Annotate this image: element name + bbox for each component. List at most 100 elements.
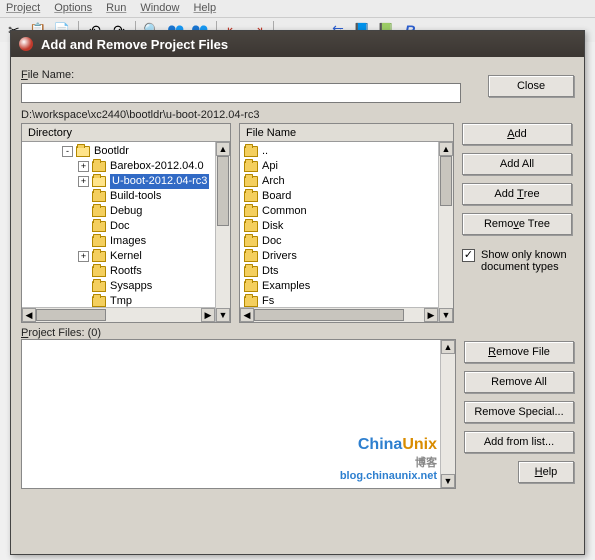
tree-item[interactable]: + U-boot-2012.04-rc3 [62,174,228,189]
folder-icon [244,176,258,187]
list-item[interactable]: Api [244,159,451,174]
scrollbar[interactable]: ▲ ▼ [438,142,453,322]
menu-help[interactable]: Help [193,2,216,15]
expand-icon[interactable]: - [62,146,73,157]
scroll-down-icon[interactable]: ▼ [439,308,453,322]
folder-icon [92,206,106,217]
tree-item-label: Barebox-2012.04.0 [110,159,204,174]
list-item[interactable]: Dts [244,264,451,279]
menu-options[interactable]: Options [54,2,92,15]
expand-icon[interactable]: + [78,161,89,172]
list-item[interactable]: Drivers [244,249,451,264]
tree-item[interactable]: Debug [62,204,228,219]
list-item-label: Disk [262,219,283,234]
folder-icon [92,281,106,292]
tree-item[interactable]: +Kernel [62,249,228,264]
list-item[interactable]: Board [244,189,451,204]
add-tree-button[interactable]: Add Tree [462,183,572,205]
spacer [78,191,89,202]
tree-item-label: Build-tools [110,189,161,204]
remove-special-button[interactable]: Remove Special... [464,401,574,423]
tree-item[interactable]: -Bootldr [62,144,228,159]
folder-icon [76,146,90,157]
directory-header[interactable]: Directory [22,124,230,142]
tree-item[interactable]: Images [62,234,228,249]
folder-icon [92,161,106,172]
tree-item[interactable]: Rootfs [62,264,228,279]
tree-item[interactable]: Doc [62,219,228,234]
list-item[interactable]: Doc [244,234,451,249]
tree-item-label: Images [110,234,146,249]
scroll-left-icon[interactable]: ◀ [240,308,254,322]
scroll-thumb[interactable] [36,309,106,321]
list-item[interactable]: Arch [244,174,451,189]
file-name-label: File Name: [21,69,461,81]
show-only-known-checkbox[interactable]: ✓ [462,249,475,262]
folder-icon [92,236,106,247]
list-item-label: Drivers [262,249,297,264]
list-item-label: Doc [262,234,282,249]
folder-icon [92,296,106,307]
menu-window[interactable]: Window [140,2,179,15]
scroll-down-icon[interactable]: ▼ [216,308,230,322]
tree-item[interactable]: Build-tools [62,189,228,204]
tree-item-label: U-boot-2012.04-rc3 [110,174,209,189]
menu-project[interactable]: Project [6,2,40,15]
close-button[interactable]: Close [488,75,574,97]
spacer [78,236,89,247]
tree-item-label: Doc [110,219,130,234]
scroll-thumb[interactable] [217,156,229,226]
scrollbar[interactable]: ◀ ▶ [22,307,215,322]
scrollbar[interactable]: ▲ ▼ [440,340,455,488]
help-button[interactable]: Help [518,461,574,483]
scroll-thumb[interactable] [254,309,404,321]
remove-tree-button[interactable]: Remove Tree [462,213,572,235]
tree-item[interactable]: Sysapps [62,279,228,294]
list-item[interactable]: Common [244,204,451,219]
spacer [78,221,89,232]
spacer [78,266,89,277]
scroll-left-icon[interactable]: ◀ [22,308,36,322]
scrollbar[interactable]: ▲ ▼ [215,142,230,322]
scroll-up-icon[interactable]: ▲ [439,142,453,156]
add-button[interactable]: Add [462,123,572,145]
folder-icon [92,221,106,232]
scroll-right-icon[interactable]: ▶ [201,308,215,322]
file-name-input[interactable] [21,83,461,103]
file-header[interactable]: File Name [240,124,453,142]
titlebar[interactable]: Add and Remove Project Files [11,31,584,57]
remove-all-button[interactable]: Remove All [464,371,574,393]
remove-file-button[interactable]: Remove File [464,341,574,363]
scroll-right-icon[interactable]: ▶ [424,308,438,322]
list-item[interactable]: .. [244,144,451,159]
directory-tree[interactable]: -Bootldr + Barebox-2012.04.0 + U-boot-2012.0… [22,142,230,322]
tree-item-label: Sysapps [110,279,152,294]
expand-icon[interactable]: + [78,251,89,262]
spacer [78,281,89,292]
scroll-thumb[interactable] [440,156,452,206]
menu-run[interactable]: Run [106,2,126,15]
scrollbar[interactable]: ◀ ▶ [240,307,438,322]
project-files-label: Project Files: (0) [21,327,456,339]
folder-icon [244,236,258,247]
add-all-button[interactable]: Add All [462,153,572,175]
folder-icon [244,266,258,277]
tree-item[interactable]: + Barebox-2012.04.0 [62,159,228,174]
folder-icon [244,191,258,202]
folder-icon [244,161,258,172]
list-item-label: .. [262,144,268,159]
list-item[interactable]: Disk [244,219,451,234]
expand-icon[interactable]: + [78,176,89,187]
list-item[interactable]: Examples [244,279,451,294]
add-from-list-button[interactable]: Add from list... [464,431,574,453]
project-files-listbox[interactable]: ▲ ▼ ChinaUnix 博客 blog.chinaunix.net [21,339,456,489]
scroll-down-icon[interactable]: ▼ [441,474,455,488]
file-list[interactable]: ..ApiArchBoardCommonDiskDocDriversDtsExa… [240,142,453,322]
list-item-label: Board [262,189,291,204]
current-path: D:\workspace\xc2440\bootldr\u-boot-2012.… [21,109,574,121]
scroll-up-icon[interactable]: ▲ [441,340,455,354]
dialog-title: Add and Remove Project Files [41,37,228,52]
scroll-up-icon[interactable]: ▲ [216,142,230,156]
spacer [78,206,89,217]
folder-icon [244,281,258,292]
